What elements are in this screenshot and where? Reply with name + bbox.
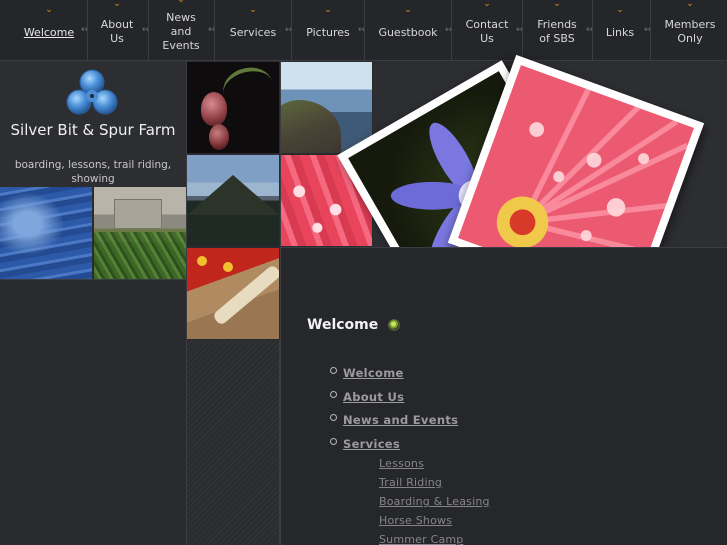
village-photo — [94, 187, 186, 279]
nav-item-friends-of-sbs[interactable]: ⌄ Friends of SBS — [528, 0, 586, 60]
nav-divider — [592, 0, 593, 60]
chevron-down-icon: ⌄ — [686, 0, 694, 9]
site-title: Silver Bit & Spur Farm — [10, 121, 176, 139]
submenu-link[interactable]: Lessons — [379, 457, 424, 470]
menu-item-welcome: Welcome — [330, 362, 458, 386]
mountain-photo — [187, 155, 279, 246]
services-submenu: Lessons Trail Riding Boarding & Leasing … — [379, 452, 490, 545]
nav-label: News and Events — [162, 11, 200, 52]
chevron-down-icon: ⌄ — [553, 0, 561, 9]
nav-divider — [364, 0, 365, 60]
blue-sky-photo — [0, 187, 92, 279]
nav-label: Welcome — [23, 26, 75, 39]
red-fabric-sand-photo — [187, 248, 279, 339]
nav-label: Contact Us — [465, 18, 509, 45]
nav-divider — [291, 0, 292, 60]
nav-item-links[interactable]: ⌄ Links — [598, 0, 642, 60]
flower-buds-photo — [187, 62, 279, 153]
site-subtitle: boarding, lessons, trail riding, showing — [14, 159, 172, 185]
nav-item-news-events[interactable]: ⌄ News and Events — [156, 0, 206, 60]
submenu-item-lessons: Lessons — [379, 452, 490, 471]
nav-label: About Us — [100, 18, 134, 45]
chevron-down-icon: ⌄ — [177, 0, 185, 5]
column-divider — [186, 61, 187, 545]
coastline-photo — [281, 62, 372, 153]
nav-label: Friends of SBS — [537, 18, 577, 45]
trefoil-clover-icon — [66, 69, 118, 115]
heading-text: Welcome — [307, 317, 379, 333]
chevron-down-icon: ⌄ — [249, 5, 257, 15]
submenu-link[interactable]: Summer Camp — [379, 533, 464, 545]
chevron-down-icon: ⌄ — [616, 5, 624, 15]
chevron-down-icon: ⌄ — [324, 5, 332, 15]
nav-divider — [451, 0, 452, 60]
nav-item-welcome[interactable]: ⌄ Welcome — [22, 0, 76, 60]
submenu-link[interactable]: Trail Riding — [379, 476, 442, 489]
nav-label: Guestbook — [378, 26, 438, 39]
content-menu: Welcome About Us News and Events Service… — [330, 362, 458, 456]
chevron-down-icon: ⌄ — [483, 0, 491, 9]
nav-divider — [87, 0, 88, 60]
menu-item-about-us: About Us — [330, 386, 458, 410]
nav-label: Pictures — [306, 26, 350, 39]
nav-divider — [522, 0, 523, 60]
logo-area: Silver Bit & Spur Farm boarding, lessons… — [0, 61, 186, 187]
menu-link[interactable]: About Us — [343, 390, 404, 404]
submenu-item-trail-riding: Trail Riding — [379, 471, 490, 490]
nav-item-guestbook[interactable]: ⌄ Guestbook — [372, 0, 444, 60]
page-heading: Welcome — [307, 317, 401, 333]
nav-divider — [214, 0, 215, 60]
main-navigation: ⌄ Welcome ↔ ⌄ About Us ↔ ⌄ News and Even… — [0, 0, 727, 61]
submenu-link[interactable]: Horse Shows — [379, 514, 452, 527]
submenu-item-summer-camp: Summer Camp — [379, 528, 490, 545]
nav-divider — [148, 0, 149, 60]
menu-link[interactable]: Welcome — [343, 366, 404, 380]
nav-item-members-only[interactable]: ⌄ Members Only — [658, 0, 722, 60]
nav-label: Links — [605, 26, 635, 39]
page: ⌄ Welcome ↔ ⌄ About Us ↔ ⌄ News and Even… — [0, 0, 727, 545]
nav-label: Services — [229, 26, 277, 39]
menu-item-news-events: News and Events — [330, 409, 458, 433]
chevron-down-icon: ⌄ — [113, 0, 121, 9]
chevron-down-icon: ⌄ — [45, 5, 53, 15]
submenu-link[interactable]: Boarding & Leasing — [379, 495, 490, 508]
main-content: Welcome Welcome About Us News and Events… — [281, 247, 727, 545]
left-column-background — [0, 280, 186, 545]
nav-item-services[interactable]: ⌄ Services — [222, 0, 284, 60]
row-divider — [0, 279, 186, 280]
striped-column-background — [186, 340, 280, 545]
submenu-item-horse-shows: Horse Shows — [379, 509, 490, 528]
nav-label: Members Only — [664, 18, 716, 45]
menu-link[interactable]: Services — [343, 437, 400, 451]
submenu-item-boarding-leasing: Boarding & Leasing — [379, 490, 490, 509]
nav-item-about-us[interactable]: ⌄ About Us — [95, 0, 139, 60]
nav-item-contact-us[interactable]: ⌄ Contact Us — [459, 0, 515, 60]
green-bullet-icon — [388, 319, 401, 331]
nav-divider — [650, 0, 651, 60]
menu-link[interactable]: News and Events — [343, 413, 458, 427]
chevron-down-icon: ⌄ — [404, 5, 412, 15]
nav-item-pictures[interactable]: ⌄ Pictures — [299, 0, 357, 60]
